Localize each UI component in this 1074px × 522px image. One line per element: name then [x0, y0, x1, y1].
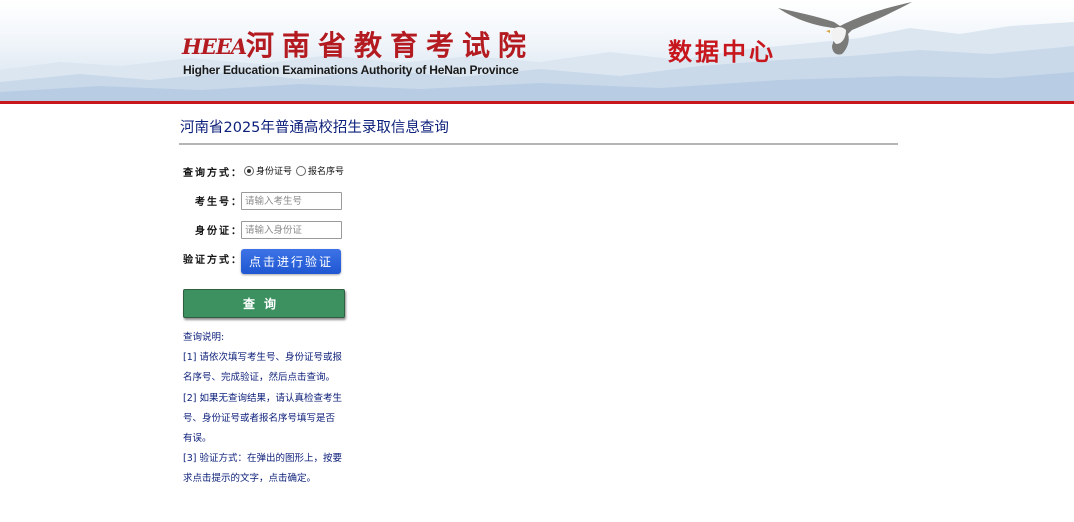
radio-button-unchecked[interactable] [296, 165, 307, 176]
query-method-radio-group: 身份证号 报名序号 [244, 164, 348, 177]
radio-label-registration-no: 报名序号 [308, 167, 345, 177]
instruction-line: [1] 请依次填写考生号、身份证号或报 [183, 352, 342, 364]
exam-no-input[interactable] [241, 192, 342, 210]
verify-method-label: 验证方式： [183, 255, 243, 266]
id-card-label: 身份证： [195, 226, 243, 237]
exam-no-label: 考生号： [195, 197, 243, 208]
instruction-line: 名序号、完成验证，然后点击查询。 [183, 372, 336, 384]
org-name-english: Higher Education Examinations Authority … [183, 63, 519, 77]
heea-logo: HEEA [182, 34, 247, 59]
title-divider [179, 143, 898, 145]
instruction-line: [2] 如果无查询结果，请认真检查考生 [183, 392, 342, 404]
page-title: 河南省2025年普通高校招生录取信息查询 [180, 120, 449, 136]
radio-option-registration-no[interactable]: 报名序号 [296, 164, 344, 177]
header-banner: HEEA 河南省教育考试院 Higher Education Examinati… [0, 0, 1074, 101]
query-method-label: 查询方式： [183, 168, 243, 179]
id-card-input[interactable] [241, 221, 342, 239]
query-instructions: 查询说明: [1] 请依次填写考生号、身份证号或报 名序号、完成验证，然后点击查… [183, 328, 355, 490]
query-button[interactable]: 查询 [183, 289, 345, 318]
radio-option-id-card[interactable]: 身份证号 [244, 164, 292, 177]
eagle-icon [778, 2, 912, 55]
instruction-line: 求点击提示的文字，点击确定。 [183, 473, 317, 485]
instruction-line: [3] 验证方式：在弹出的图形上，按要 [183, 453, 342, 465]
radio-label-id-card: 身份证号 [256, 167, 293, 177]
header-divider [0, 101, 1074, 104]
radio-button-checked[interactable] [244, 165, 254, 176]
instruction-line: 有误。 [183, 433, 212, 445]
instruction-line: 号、身份证号或者报名序号填写是否 [183, 412, 336, 424]
org-name: 河南省教育考试院 [246, 29, 535, 62]
instructions-heading: 查询说明: [183, 332, 225, 343]
verify-button[interactable]: 点击进行验证 [241, 249, 341, 274]
section-title: 数据中心 [668, 38, 776, 66]
